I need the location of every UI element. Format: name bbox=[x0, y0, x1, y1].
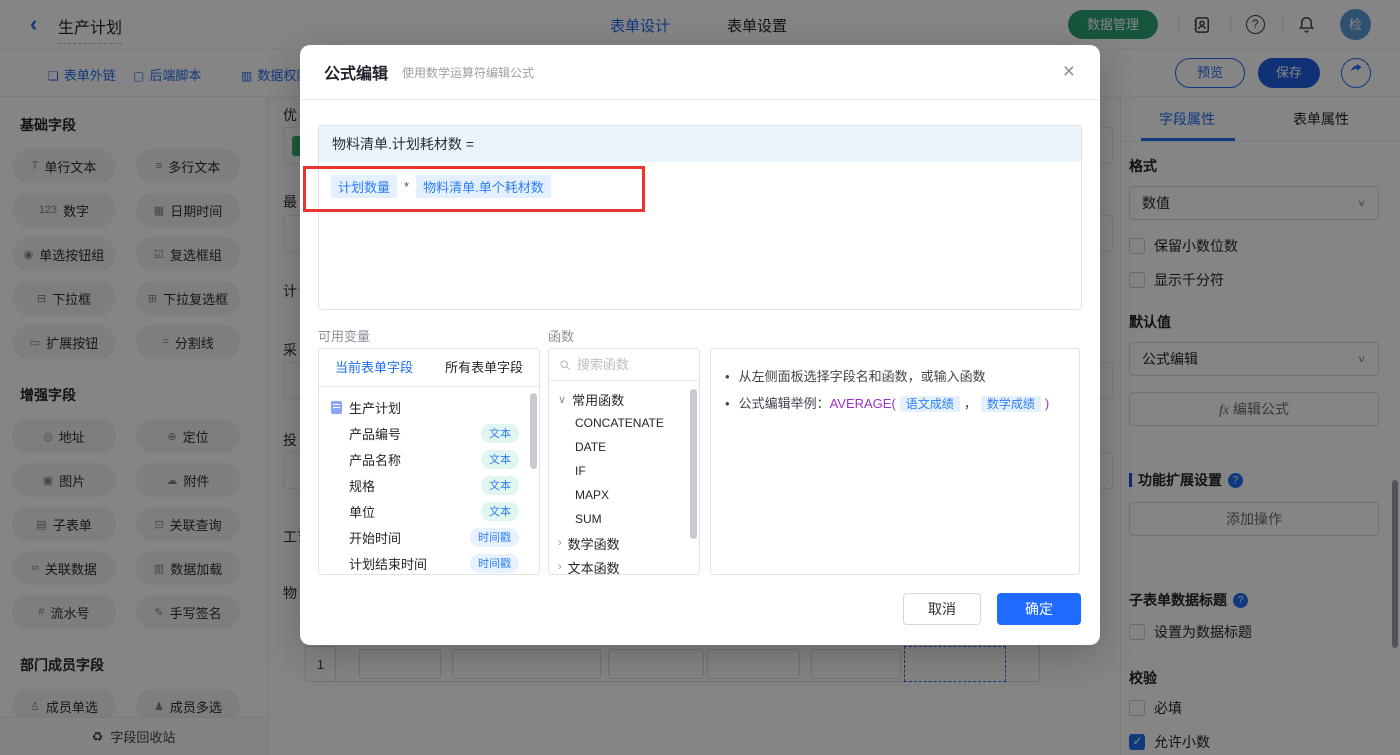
scrollbar-thumb[interactable] bbox=[530, 393, 537, 469]
formula-editor-modal: 公式编辑 使用数学运算符编辑公式 × 物料清单.计划耗材数 = 计划数量 * 物… bbox=[300, 45, 1100, 645]
search-icon bbox=[560, 359, 570, 370]
function-date[interactable]: DATE bbox=[549, 435, 699, 459]
chevron-down-icon: ∨ bbox=[558, 393, 567, 406]
example-arg-chip: 数学成绩 bbox=[980, 396, 1041, 412]
function-concatenate[interactable]: CONCATENATE bbox=[549, 411, 699, 435]
variable-item[interactable]: 开始时间 时间戳 bbox=[319, 524, 539, 550]
formula-target: 物料清单.计划耗材数 = bbox=[319, 126, 1081, 162]
tab-current-form-fields[interactable]: 当前表单字段 bbox=[319, 349, 429, 386]
variables-panel: 当前表单字段 所有表单字段 生产计划 产品编号 文本 产品名称 文本 规格 文本 单位… bbox=[318, 348, 540, 575]
scrollbar-thumb[interactable] bbox=[690, 389, 697, 539]
example-function-name: AVERAGE( bbox=[829, 396, 896, 411]
tree-root-production-plan[interactable]: 生产计划 bbox=[319, 394, 539, 420]
formula-token-unit-consumption[interactable]: 物料清单.单个耗材数 bbox=[416, 175, 551, 198]
chevron-right-icon: › bbox=[558, 537, 562, 549]
variables-label: 可用变量 bbox=[318, 329, 371, 344]
tip-line-2: 公式编辑举例：AVERAGE(语文成绩，数学成绩) bbox=[738, 396, 1050, 412]
formula-editor-area[interactable]: 物料清单.计划耗材数 = 计划数量 * 物料清单.单个耗材数 bbox=[318, 125, 1082, 310]
cancel-button[interactable]: 取消 bbox=[903, 593, 981, 625]
tips-panel: • 从左侧面板选择字段名和函数，或输入函数 • 公式编辑举例：AVERAGE(语… bbox=[710, 348, 1080, 575]
variable-item[interactable]: 规格 文本 bbox=[319, 472, 539, 498]
variable-item[interactable]: 产品编号 文本 bbox=[319, 420, 539, 446]
type-badge: 时间戳 bbox=[470, 553, 519, 573]
type-badge: 文本 bbox=[481, 501, 519, 521]
function-mapx[interactable]: MAPX bbox=[549, 483, 699, 507]
bullet: • bbox=[725, 369, 730, 384]
tip-line-1: 从左侧面板选择字段名和函数，或输入函数 bbox=[738, 369, 986, 384]
form-doc-icon bbox=[331, 400, 342, 414]
function-sum[interactable]: SUM bbox=[549, 507, 699, 531]
formula-operator: * bbox=[404, 179, 410, 194]
type-badge: 文本 bbox=[481, 475, 519, 495]
variable-item[interactable]: 计划结束时间 时间戳 bbox=[319, 550, 539, 574]
example-arg-chip: 语文成绩 bbox=[899, 396, 960, 412]
confirm-button[interactable]: 确定 bbox=[997, 593, 1081, 625]
modal-title: 公式编辑 bbox=[324, 66, 389, 83]
modal-subtitle: 使用数学运算符编辑公式 bbox=[402, 65, 535, 80]
function-group-common[interactable]: ∨ 常用函数 bbox=[549, 387, 699, 411]
tab-all-form-fields[interactable]: 所有表单字段 bbox=[429, 349, 539, 386]
chevron-right-icon: › bbox=[558, 561, 562, 573]
formula-token-plan-quantity[interactable]: 计划数量 bbox=[331, 175, 398, 198]
variable-item[interactable]: 单位 文本 bbox=[319, 498, 539, 524]
function-search-input[interactable] bbox=[577, 357, 677, 372]
bullet: • bbox=[725, 396, 730, 411]
function-search[interactable] bbox=[549, 349, 699, 381]
type-badge: 文本 bbox=[481, 449, 519, 469]
type-badge: 文本 bbox=[481, 423, 519, 443]
close-icon[interactable]: × bbox=[1063, 61, 1075, 82]
function-group-math[interactable]: › 数学函数 bbox=[549, 531, 699, 555]
functions-panel: ∨常用函数 CONCATENATE DATE IF MAPX SUM ›数学函数… bbox=[548, 348, 700, 575]
type-badge: 时间戳 bbox=[470, 527, 519, 547]
functions-label: 函数 bbox=[548, 329, 575, 344]
function-if[interactable]: IF bbox=[549, 459, 699, 483]
example-function-close: ) bbox=[1044, 396, 1050, 411]
variable-item[interactable]: 产品名称 文本 bbox=[319, 446, 539, 472]
function-group-text[interactable]: › 文本函数 bbox=[549, 555, 699, 575]
